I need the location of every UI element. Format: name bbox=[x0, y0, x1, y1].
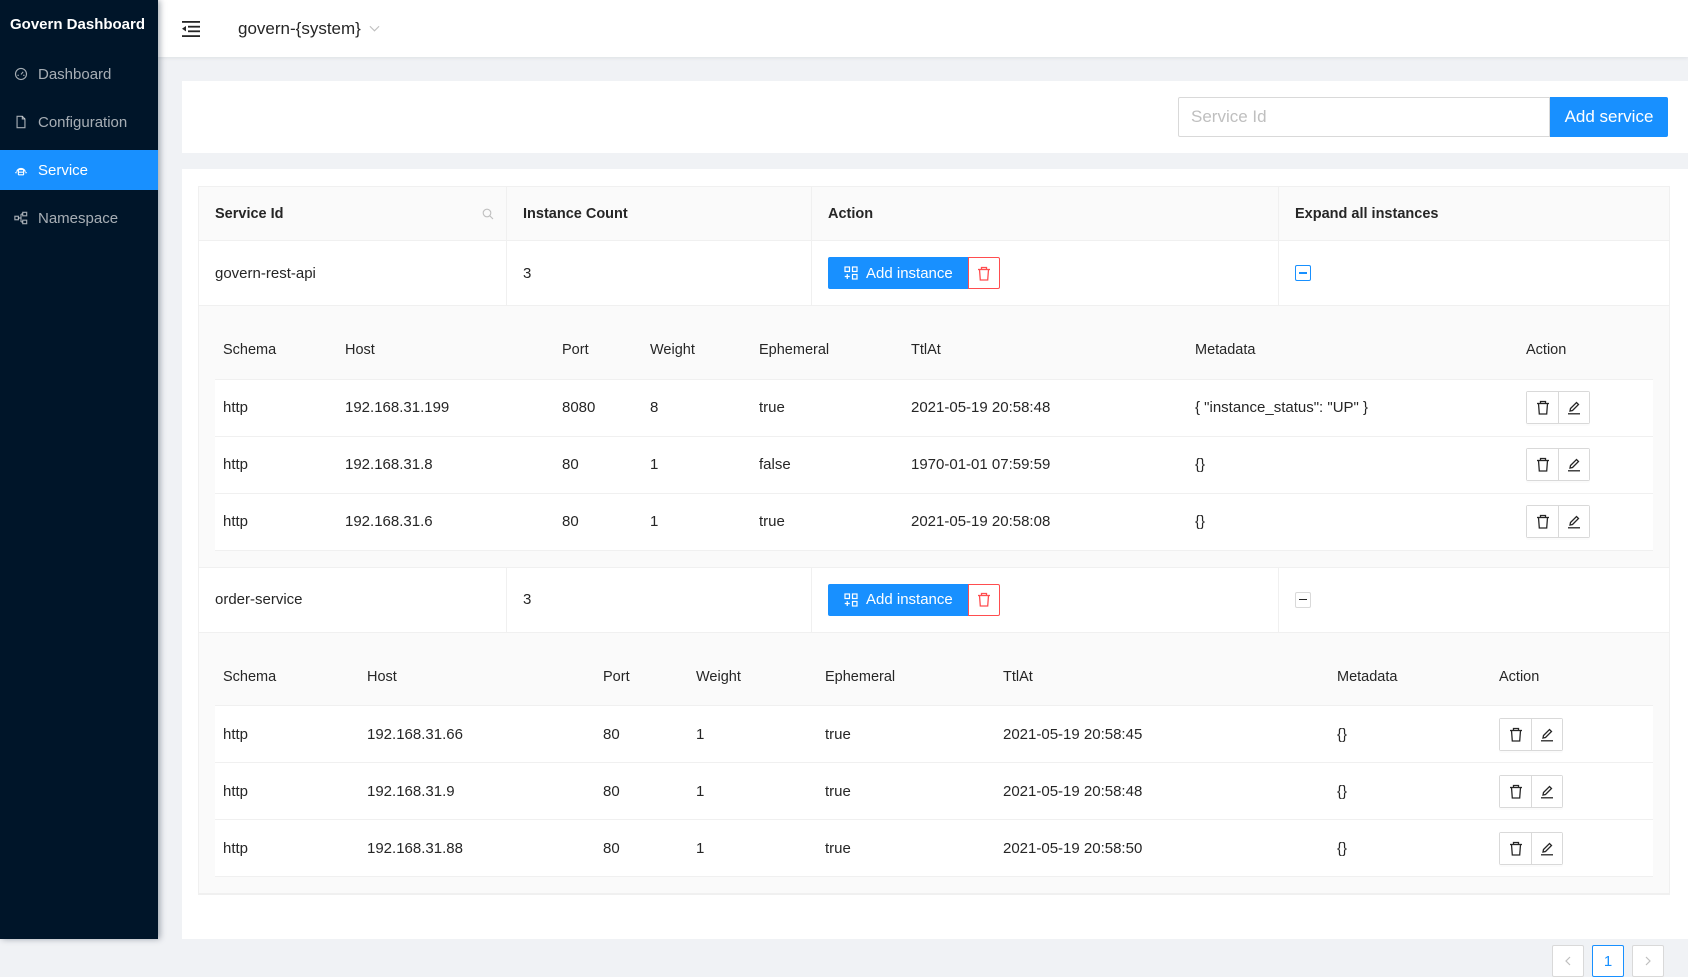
add-instance-button[interactable]: Add instance bbox=[828, 257, 968, 289]
sidebar-item-service[interactable]: Service bbox=[0, 150, 158, 190]
app-title: Govern Dashboard bbox=[0, 0, 158, 50]
namespace-select[interactable]: govern-{system} bbox=[238, 19, 380, 39]
delete-service-button[interactable] bbox=[968, 584, 1000, 616]
service-actions: Add instance bbox=[828, 257, 1000, 289]
toolbar-card: Add service bbox=[182, 81, 1688, 153]
minus-icon bbox=[1299, 599, 1307, 601]
instance-count: 3 bbox=[507, 568, 812, 632]
sidebar-item-label: Dashboard bbox=[38, 66, 111, 83]
top-header: govern-{system} bbox=[158, 0, 1688, 57]
edit-instance-button[interactable] bbox=[1531, 719, 1562, 750]
sidebar-item-namespace[interactable]: Namespace bbox=[0, 198, 158, 238]
service-id: govern-rest-api bbox=[199, 241, 507, 305]
instances-panel: Schema Host Port Weight Ephemeral TtlAt … bbox=[199, 306, 1669, 568]
add-service-button[interactable]: Add service bbox=[1550, 97, 1668, 137]
services-table: Service Id Instance Count Action Expand … bbox=[198, 186, 1670, 895]
service-id-input[interactable] bbox=[1178, 97, 1550, 137]
delete-instance-button[interactable] bbox=[1500, 833, 1531, 864]
edit-instance-button[interactable] bbox=[1558, 392, 1589, 423]
appstore-add-icon bbox=[844, 593, 858, 607]
edit-icon bbox=[1567, 457, 1581, 472]
edit-instance-button[interactable] bbox=[1531, 776, 1562, 807]
table-header: Service Id Instance Count Action Expand … bbox=[199, 187, 1669, 241]
delete-icon bbox=[1509, 784, 1523, 799]
instance-row: http 192.168.31.199 8080 8 true 2021-05-… bbox=[215, 379, 1653, 436]
delete-instance-button[interactable] bbox=[1500, 719, 1531, 750]
delete-icon bbox=[977, 266, 991, 281]
service-id: order-service bbox=[199, 568, 507, 632]
instance-count: 3 bbox=[507, 241, 812, 305]
delete-icon bbox=[1509, 841, 1523, 856]
edit-instance-button[interactable] bbox=[1531, 833, 1562, 864]
edit-icon bbox=[1567, 400, 1581, 415]
service-row: govern-rest-api 3 Add instance bbox=[199, 241, 1669, 306]
file-icon bbox=[14, 115, 28, 129]
menu-fold-icon[interactable] bbox=[182, 21, 202, 37]
delete-instance-button[interactable] bbox=[1500, 776, 1531, 807]
edit-instance-button[interactable] bbox=[1558, 506, 1589, 537]
pagination: 1 bbox=[1552, 945, 1664, 977]
sidebar-menu: Dashboard Configuration Service Namespac… bbox=[0, 54, 158, 238]
instance-row: http 192.168.31.66 80 1 true 2021-05-19 … bbox=[215, 706, 1653, 763]
edit-icon bbox=[1540, 841, 1554, 856]
instance-row: http 192.168.31.88 80 1 true 2021-05-19 … bbox=[215, 820, 1653, 877]
delete-icon bbox=[1536, 457, 1550, 472]
service-actions: Add instance bbox=[828, 584, 1000, 616]
collapse-instances-button[interactable] bbox=[1295, 265, 1311, 281]
sidebar-item-dashboard[interactable]: Dashboard bbox=[0, 54, 158, 94]
instance-row: http 192.168.31.8 80 1 false 1970-01-01 … bbox=[215, 436, 1653, 493]
delete-icon bbox=[1509, 727, 1523, 742]
edit-icon bbox=[1540, 784, 1554, 799]
edit-icon bbox=[1540, 727, 1554, 742]
edit-icon bbox=[1567, 514, 1581, 529]
chevron-right-icon bbox=[1643, 956, 1653, 966]
instance-row: http 192.168.31.6 80 1 true 2021-05-19 2… bbox=[215, 493, 1653, 550]
prev-page-button[interactable] bbox=[1552, 945, 1584, 977]
collapse-instances-button[interactable] bbox=[1295, 592, 1311, 608]
delete-instance-button[interactable] bbox=[1527, 392, 1558, 423]
delete-icon bbox=[977, 592, 991, 607]
service-row: order-service 3 Add instance bbox=[199, 568, 1669, 633]
instances-table: Schema Host Port Weight Ephemeral TtlAt … bbox=[215, 649, 1653, 878]
sidebar-item-label: Namespace bbox=[38, 210, 118, 227]
main-content: Add service Service Id Instance Count Ac… bbox=[158, 57, 1688, 939]
page-1-button[interactable]: 1 bbox=[1592, 945, 1624, 977]
column-header-expand-all: Expand all instances bbox=[1279, 187, 1669, 240]
chevron-left-icon bbox=[1563, 956, 1573, 966]
column-header-action: Action bbox=[812, 187, 1279, 240]
column-header-instance-count: Instance Count bbox=[507, 187, 812, 240]
cluster-icon bbox=[14, 211, 28, 225]
instances-table: Schema Host Port Weight Ephemeral TtlAt … bbox=[215, 322, 1653, 551]
namespace-value: govern-{system} bbox=[238, 19, 361, 39]
edit-instance-button[interactable] bbox=[1558, 449, 1589, 480]
add-instance-button[interactable]: Add instance bbox=[828, 584, 968, 616]
column-header-service-id: Service Id bbox=[199, 187, 507, 240]
instance-row: http 192.168.31.9 80 1 true 2021-05-19 2… bbox=[215, 763, 1653, 820]
services-card: Service Id Instance Count Action Expand … bbox=[182, 169, 1688, 939]
delete-service-button[interactable] bbox=[968, 257, 1000, 289]
next-page-button[interactable] bbox=[1632, 945, 1664, 977]
search-icon[interactable] bbox=[482, 208, 494, 220]
instances-header: Schema Host Port Weight Ephemeral TtlAt … bbox=[215, 322, 1653, 379]
chevron-down-icon bbox=[369, 23, 380, 34]
appstore-add-icon bbox=[844, 266, 858, 280]
delete-instance-button[interactable] bbox=[1527, 449, 1558, 480]
minus-icon bbox=[1299, 272, 1307, 274]
sidebar: Govern Dashboard Dashboard Configuration… bbox=[0, 0, 158, 939]
sidebar-item-label: Service bbox=[38, 162, 88, 179]
dashboard-icon bbox=[14, 67, 28, 81]
delete-icon bbox=[1536, 514, 1550, 529]
instances-panel: Schema Host Port Weight Ephemeral TtlAt … bbox=[199, 633, 1669, 895]
delete-instance-button[interactable] bbox=[1527, 506, 1558, 537]
instances-header: Schema Host Port Weight Ephemeral TtlAt … bbox=[215, 649, 1653, 706]
sidebar-item-configuration[interactable]: Configuration bbox=[0, 102, 158, 142]
cloud-server-icon bbox=[14, 163, 28, 177]
sidebar-item-label: Configuration bbox=[38, 114, 127, 131]
delete-icon bbox=[1536, 400, 1550, 415]
